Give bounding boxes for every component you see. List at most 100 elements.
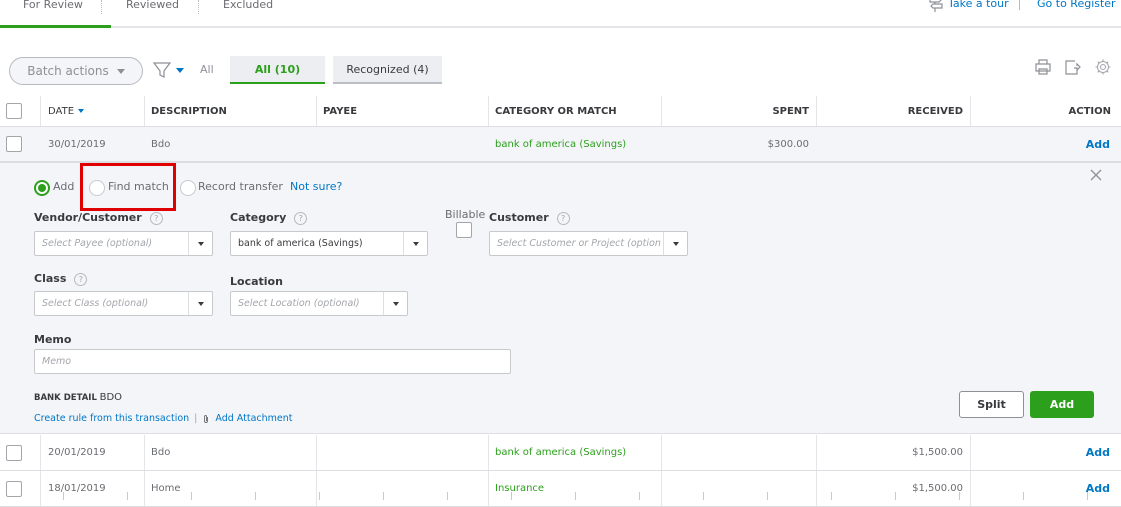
help-icon[interactable]: ? bbox=[294, 211, 308, 225]
row-checkbox[interactable] bbox=[6, 136, 22, 152]
ruler-tick bbox=[127, 492, 128, 500]
tab-reviewed[interactable]: Reviewed bbox=[126, 0, 179, 26]
location-placeholder: Select Location (optional) bbox=[238, 298, 360, 309]
link-divider: | bbox=[194, 413, 198, 424]
paperclip-icon bbox=[204, 414, 209, 423]
dropdown-arrow-icon[interactable] bbox=[188, 292, 212, 315]
memo-label: Memo bbox=[34, 333, 72, 346]
row-add-action[interactable]: Add bbox=[1086, 435, 1110, 470]
class-select[interactable]: Select Class (optional) bbox=[34, 291, 213, 316]
category-select[interactable]: bank of america (Savings) bbox=[230, 231, 428, 256]
ruler-tick bbox=[447, 492, 448, 500]
panel-links: Create rule from this transaction | Add … bbox=[34, 413, 292, 424]
location-select[interactable]: Select Location (optional) bbox=[230, 291, 408, 316]
column-spent[interactable]: SPENT bbox=[772, 96, 809, 126]
bank-detail-label: BANK DETAIL bbox=[34, 393, 97, 403]
memo-placeholder: Memo bbox=[42, 356, 72, 367]
ruler-tick bbox=[767, 492, 768, 500]
ruler-tick bbox=[1023, 492, 1024, 500]
column-date-label: DATE bbox=[48, 105, 75, 117]
add-attachment-link[interactable]: Add Attachment bbox=[215, 413, 292, 424]
column-description[interactable]: DESCRIPTION bbox=[151, 96, 227, 126]
row-received: $1,500.00 bbox=[912, 447, 963, 458]
row-add-action[interactable]: Add bbox=[1086, 471, 1110, 506]
row-description: Bdo bbox=[151, 447, 171, 458]
batch-actions-button[interactable]: Batch actions bbox=[9, 57, 143, 85]
row-date: 30/01/2019 bbox=[48, 138, 106, 150]
dropdown-arrow-icon[interactable] bbox=[663, 232, 687, 255]
pill-recognized[interactable]: Recognized (4) bbox=[333, 56, 442, 84]
signpost-icon bbox=[929, 0, 943, 12]
dropdown-arrow-icon[interactable] bbox=[383, 292, 407, 315]
category-value: bank of america (Savings) bbox=[238, 238, 363, 249]
ruler-tick bbox=[191, 492, 192, 500]
not-sure-link[interactable]: Not sure? bbox=[290, 180, 342, 193]
radio-add[interactable] bbox=[34, 180, 50, 196]
ruler-tick bbox=[255, 492, 256, 500]
take-a-tour-link[interactable]: Take a tour bbox=[948, 0, 1009, 10]
gear-icon[interactable] bbox=[1094, 58, 1112, 76]
row-category[interactable]: bank of america (Savings) bbox=[495, 127, 626, 161]
help-icon[interactable]: ? bbox=[556, 211, 570, 225]
class-label: Class? bbox=[34, 272, 88, 286]
row-received: $1,500.00 bbox=[912, 483, 963, 494]
help-icon[interactable]: ? bbox=[74, 272, 88, 286]
ruler-tick bbox=[1087, 492, 1088, 500]
vendor-placeholder: Select Payee (optional) bbox=[42, 238, 153, 249]
add-button[interactable]: Add bbox=[1030, 391, 1094, 418]
row-spent: $300.00 bbox=[767, 138, 809, 150]
class-label-text: Class bbox=[34, 272, 67, 285]
ruler-tick bbox=[831, 492, 832, 500]
ruler-tick bbox=[895, 492, 896, 500]
vendor-label-text: Vendor/Customer bbox=[34, 211, 142, 224]
ruler-tick bbox=[511, 492, 512, 500]
create-rule-link[interactable]: Create rule from this transaction bbox=[34, 413, 189, 424]
help-icon[interactable]: ? bbox=[149, 211, 163, 225]
row-checkbox[interactable] bbox=[6, 444, 22, 461]
row-category[interactable]: Insurance bbox=[495, 471, 544, 506]
column-received[interactable]: RECEIVED bbox=[908, 96, 963, 126]
table-row[interactable]: 30/01/2019 Bdo bank of america (Savings)… bbox=[0, 127, 1121, 163]
column-category[interactable]: CATEGORY OR MATCH bbox=[495, 96, 617, 126]
vendor-select[interactable]: Select Payee (optional) bbox=[34, 231, 213, 256]
row-category[interactable]: bank of america (Savings) bbox=[495, 435, 626, 470]
ruler-tick bbox=[639, 492, 640, 500]
filter-icon[interactable] bbox=[152, 60, 172, 80]
ruler-tick bbox=[63, 492, 64, 500]
tab-excluded[interactable]: Excluded bbox=[223, 0, 273, 26]
row-date: 18/01/2019 bbox=[48, 483, 106, 494]
highlight-annotation bbox=[80, 163, 176, 211]
link-divider bbox=[1019, 0, 1020, 10]
ruler-tick bbox=[703, 492, 704, 500]
column-date[interactable]: DATE bbox=[48, 96, 85, 126]
billable-label: Billable bbox=[445, 208, 486, 221]
table-row[interactable]: 18/01/2019 Home Insurance $1,500.00 Add bbox=[0, 471, 1121, 507]
memo-input[interactable]: Memo bbox=[34, 349, 511, 374]
go-to-register-link[interactable]: Go to Register bbox=[1037, 0, 1116, 10]
tab-divider bbox=[101, 0, 102, 14]
category-label-text: Category bbox=[230, 211, 287, 224]
print-icon[interactable] bbox=[1034, 58, 1052, 76]
column-payee[interactable]: PAYEE bbox=[323, 96, 357, 126]
export-icon[interactable] bbox=[1063, 58, 1081, 76]
customer-label-text: Customer bbox=[489, 211, 549, 224]
row-description: Bdo bbox=[151, 138, 171, 150]
customer-label: Customer? bbox=[489, 211, 570, 225]
split-button[interactable]: Split bbox=[959, 391, 1024, 418]
row-description: Home bbox=[151, 483, 181, 494]
customer-placeholder: Select Customer or Project (option bbox=[497, 238, 661, 249]
close-icon[interactable] bbox=[1090, 169, 1102, 181]
select-all-checkbox[interactable] bbox=[6, 103, 22, 119]
customer-select[interactable]: Select Customer or Project (option bbox=[489, 231, 688, 256]
dropdown-arrow-icon[interactable] bbox=[188, 232, 212, 255]
tab-for-review[interactable]: For Review bbox=[0, 0, 111, 28]
radio-record-transfer[interactable] bbox=[180, 180, 196, 196]
radio-record-transfer-label[interactable]: Record transfer bbox=[198, 180, 283, 193]
filter-caret-icon[interactable] bbox=[176, 68, 184, 73]
pill-all[interactable]: All (10) bbox=[230, 56, 325, 84]
table-row[interactable]: 20/01/2019 Bdo bank of america (Savings)… bbox=[0, 435, 1121, 471]
radio-add-label[interactable]: Add bbox=[53, 180, 74, 193]
billable-checkbox[interactable] bbox=[456, 222, 472, 238]
row-add-action[interactable]: Add bbox=[1086, 127, 1110, 161]
dropdown-arrow-icon[interactable] bbox=[403, 232, 427, 255]
